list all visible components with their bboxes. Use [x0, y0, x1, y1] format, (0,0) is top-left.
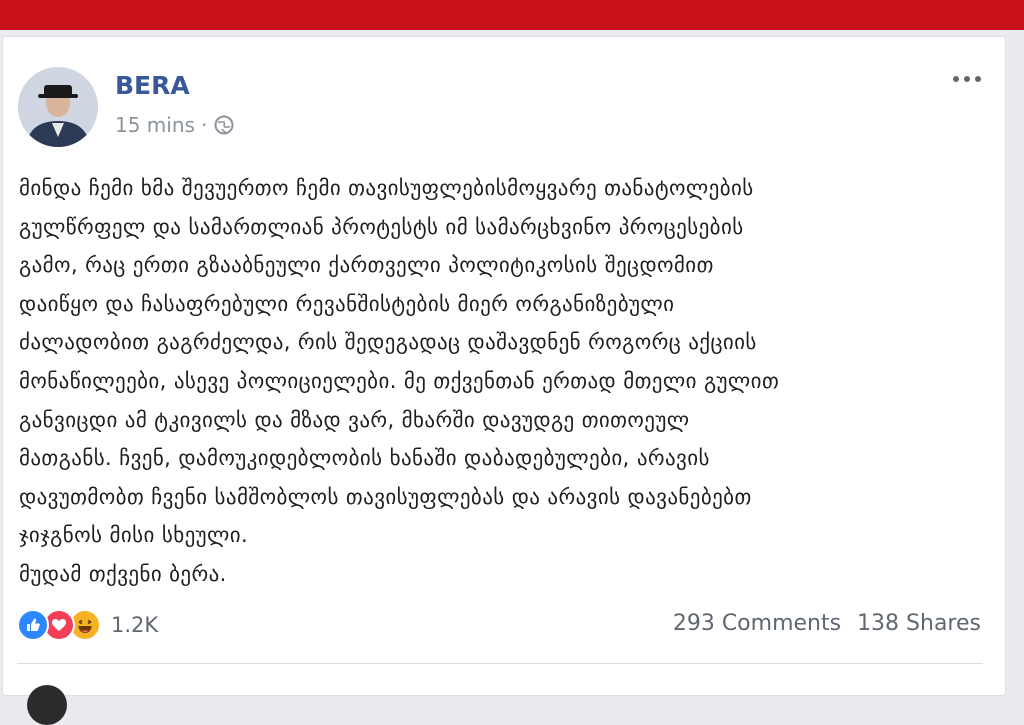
like-icon	[17, 609, 49, 641]
post-text-line: მონაწილეები, ასევე პოლიციელები. მე თქვენ…	[19, 368, 780, 393]
footer-divider	[17, 663, 983, 664]
more-dot	[953, 76, 959, 82]
commenter-avatar	[27, 685, 67, 725]
reactions-summary[interactable]: 1.2K	[17, 609, 158, 641]
post-text-line: დაიწყო და ჩასაფრებული რევანშისტების მიერ…	[19, 291, 675, 316]
shares-count-link[interactable]: 138 Shares	[857, 611, 981, 636]
comments-count-link[interactable]: 293 Comments	[673, 611, 841, 636]
post-text-line: ჯიჯგნოს მისი სხეული.	[19, 523, 249, 548]
post-text-line: გულწრფელ და სამართლიან პროტესტს იმ სამარ…	[19, 214, 744, 239]
post-text-line: ძალადობით გაგრძელდა, რის შედეგადაც დაშავ…	[19, 330, 757, 355]
post-text-line: გამო, რაც ერთი გზააბნეული ქართველი პოლიტ…	[19, 253, 714, 278]
post-card: BERA 15 mins · მინდა ჩემი ხმა შევუერთო ჩ…	[2, 36, 1006, 725]
post-text-line: მუდამ თქვენი ბერა.	[19, 561, 227, 586]
more-options-icon[interactable]	[947, 67, 987, 91]
post-meta: 15 mins ·	[115, 113, 235, 137]
post-text: მინდა ჩემი ხმა შევუერთო ჩემი თავისუფლები…	[19, 169, 985, 594]
post-timestamp[interactable]: 15 mins	[115, 113, 195, 137]
top-banner-bar	[0, 0, 1024, 30]
meta-separator: ·	[200, 113, 208, 137]
more-dot	[975, 76, 981, 82]
post-text-line: მინდა ჩემი ხმა შევუერთო ჩემი თავისუფლები…	[19, 176, 754, 200]
post-text-line: დავუთმობთ ჩვენი სამშობლოს თავისუფლებას დ…	[19, 484, 752, 509]
engagement-counts: 293 Comments 138 Shares	[673, 611, 981, 636]
post-text-line: განვიცდი ამ ტკივილს და მზად ვარ, მხარში …	[19, 407, 690, 432]
reaction-count: 1.2K	[111, 613, 159, 637]
author-avatar[interactable]	[18, 67, 98, 147]
more-dot	[964, 76, 970, 82]
author-name-link[interactable]: BERA	[115, 71, 190, 100]
post-text-line: მათგანს. ჩვენ, დამოუკიდებლობის ხანაში და…	[19, 446, 710, 471]
globe-icon[interactable]	[213, 114, 235, 136]
